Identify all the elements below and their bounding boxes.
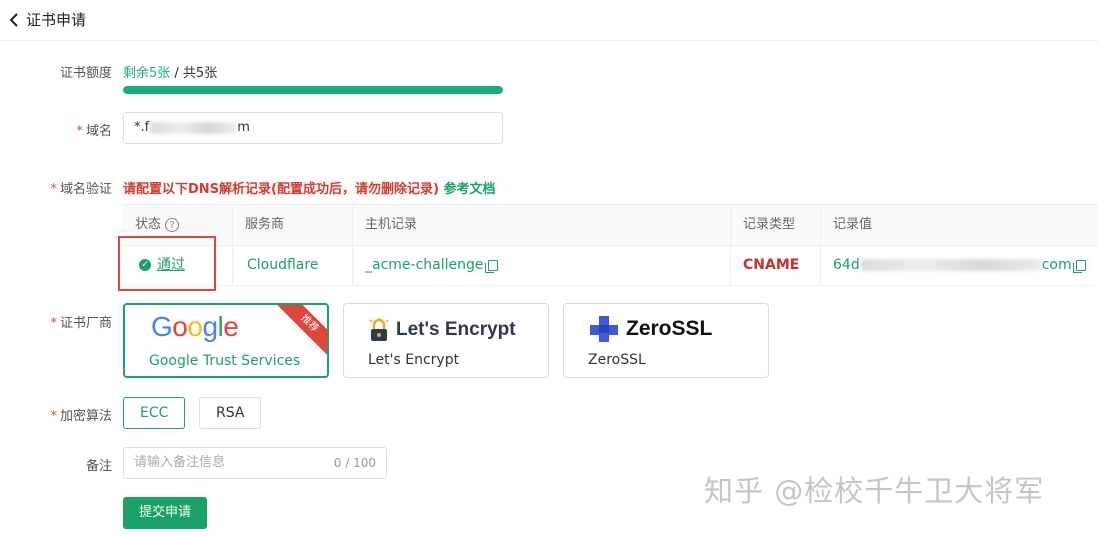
- column-value: 记录值: [833, 217, 873, 232]
- domain-input[interactable]: *.f m: [123, 112, 503, 144]
- required-mark: *: [50, 409, 57, 424]
- highlight-box: [118, 236, 216, 291]
- type-cell: CNAME: [731, 245, 821, 285]
- copy-icon[interactable]: [1072, 259, 1086, 273]
- ca-label: * 证书厂商: [50, 316, 112, 331]
- redacted-text: [860, 259, 1041, 271]
- remark-label: 备注: [85, 459, 112, 474]
- ca-option-letsencrypt[interactable]: Let's Encrypt Let's Encrypt: [343, 303, 549, 378]
- remark-counter: 0 / 100: [333, 456, 376, 470]
- copy-icon[interactable]: [484, 259, 498, 273]
- puzzle-icon: [590, 316, 618, 342]
- required-mark: *: [50, 182, 57, 197]
- dns-instruction: 请配置以下DNS解析记录(配置成功后，请勿删除记录) 参考文档: [123, 182, 496, 197]
- quota-label: 证书额度: [59, 66, 112, 81]
- submit-button[interactable]: 提交申请: [123, 497, 208, 529]
- domain-label: * 域名: [76, 124, 112, 139]
- quota-progress-bar: [123, 86, 503, 94]
- remark-placeholder: 请输入备注信息: [134, 455, 226, 470]
- quota-remaining: 剩余5张: [123, 66, 171, 81]
- column-host: 主机记录: [353, 205, 731, 245]
- letsencrypt-logo: Let's Encrypt: [368, 318, 516, 342]
- top-bar: 证书申请: [0, 0, 1098, 41]
- algorithm-rsa-button[interactable]: RSA: [199, 397, 262, 429]
- watermark: 知乎 @检校千牛卫大将军: [704, 474, 1045, 508]
- quota-progress-fill: [123, 86, 503, 94]
- required-mark: *: [76, 124, 83, 139]
- required-mark: *: [50, 316, 57, 331]
- google-logo: Google: [151, 311, 239, 342]
- host-cell: _acme-challenge: [353, 245, 731, 285]
- algorithm-label: * 加密算法: [50, 409, 112, 424]
- remark-input[interactable]: 请输入备注信息 0 / 100: [123, 447, 387, 479]
- zerossl-logo: ZeroSSL: [590, 316, 712, 342]
- quota-text: 剩余5张 / 共5张: [123, 62, 217, 81]
- algorithm-ecc-button[interactable]: ECC: [123, 397, 186, 429]
- column-provider: 服务商: [233, 205, 353, 245]
- dns-verify-label: * 域名验证: [50, 182, 112, 197]
- help-icon[interactable]: ?: [165, 217, 180, 232]
- ca-option-zerossl[interactable]: ZeroSSL ZeroSSL: [563, 303, 769, 378]
- column-type: 记录类型: [731, 205, 821, 245]
- value-cell: 64d com: [821, 245, 1098, 285]
- ca-name: Let's Encrypt: [368, 352, 460, 368]
- padlock-icon: [369, 318, 389, 341]
- recommended-badge: 推荐: [274, 305, 327, 359]
- reference-doc-link[interactable]: 参考文档: [443, 182, 495, 197]
- page-title: 证书申请: [26, 11, 87, 29]
- ca-option-google[interactable]: Google 推荐 Google Trust Services: [123, 303, 329, 378]
- ca-name: ZeroSSL: [588, 352, 646, 368]
- dns-record-table: 状态? 服务商 主机记录 记录类型 记录值 ✓ 通过 Cloudflare _ac…: [123, 204, 1098, 286]
- ca-name: Google Trust Services: [149, 353, 301, 369]
- provider-cell: Cloudflare: [233, 245, 353, 285]
- table-header: 状态? 服务商 主机记录 记录类型 记录值: [123, 205, 1098, 246]
- back-button[interactable]: 证书申请: [8, 9, 86, 30]
- quota-total: / 共5张: [170, 66, 218, 81]
- chevron-left-icon: [9, 12, 18, 27]
- redacted-text: [150, 121, 237, 134]
